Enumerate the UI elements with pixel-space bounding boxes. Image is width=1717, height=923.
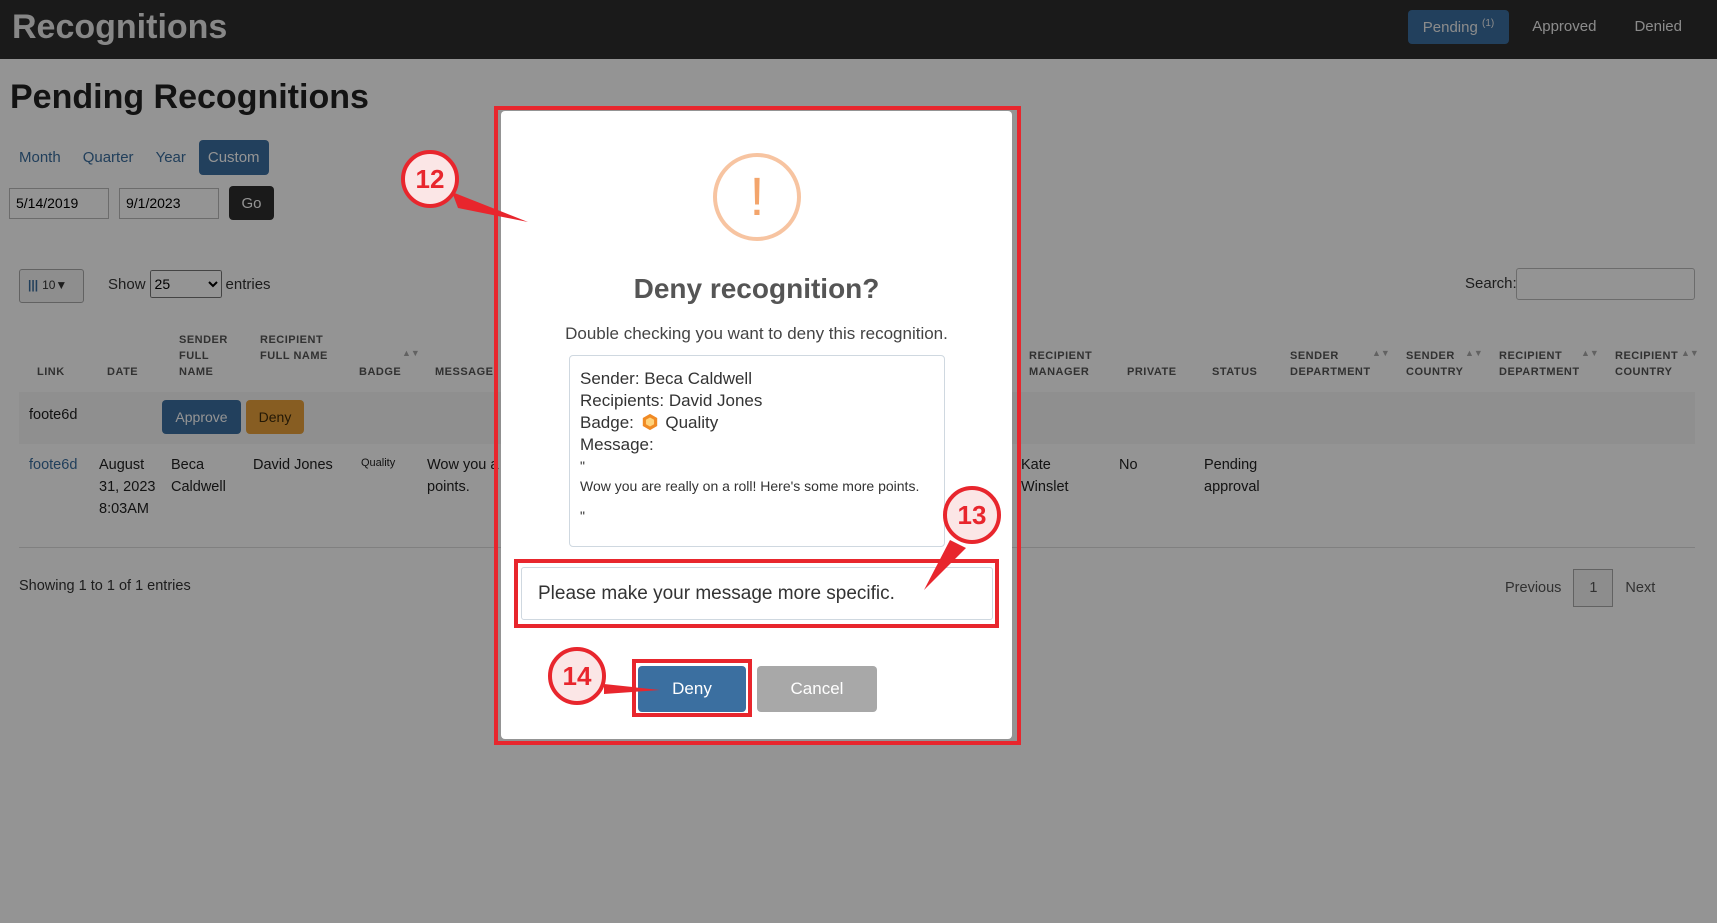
callout-13: 13 [943,486,1001,544]
highlight-deny-button [632,659,752,717]
highlight-reason-input [514,559,999,628]
callout-12: 12 [401,150,459,208]
callout-14: 14 [548,647,606,705]
